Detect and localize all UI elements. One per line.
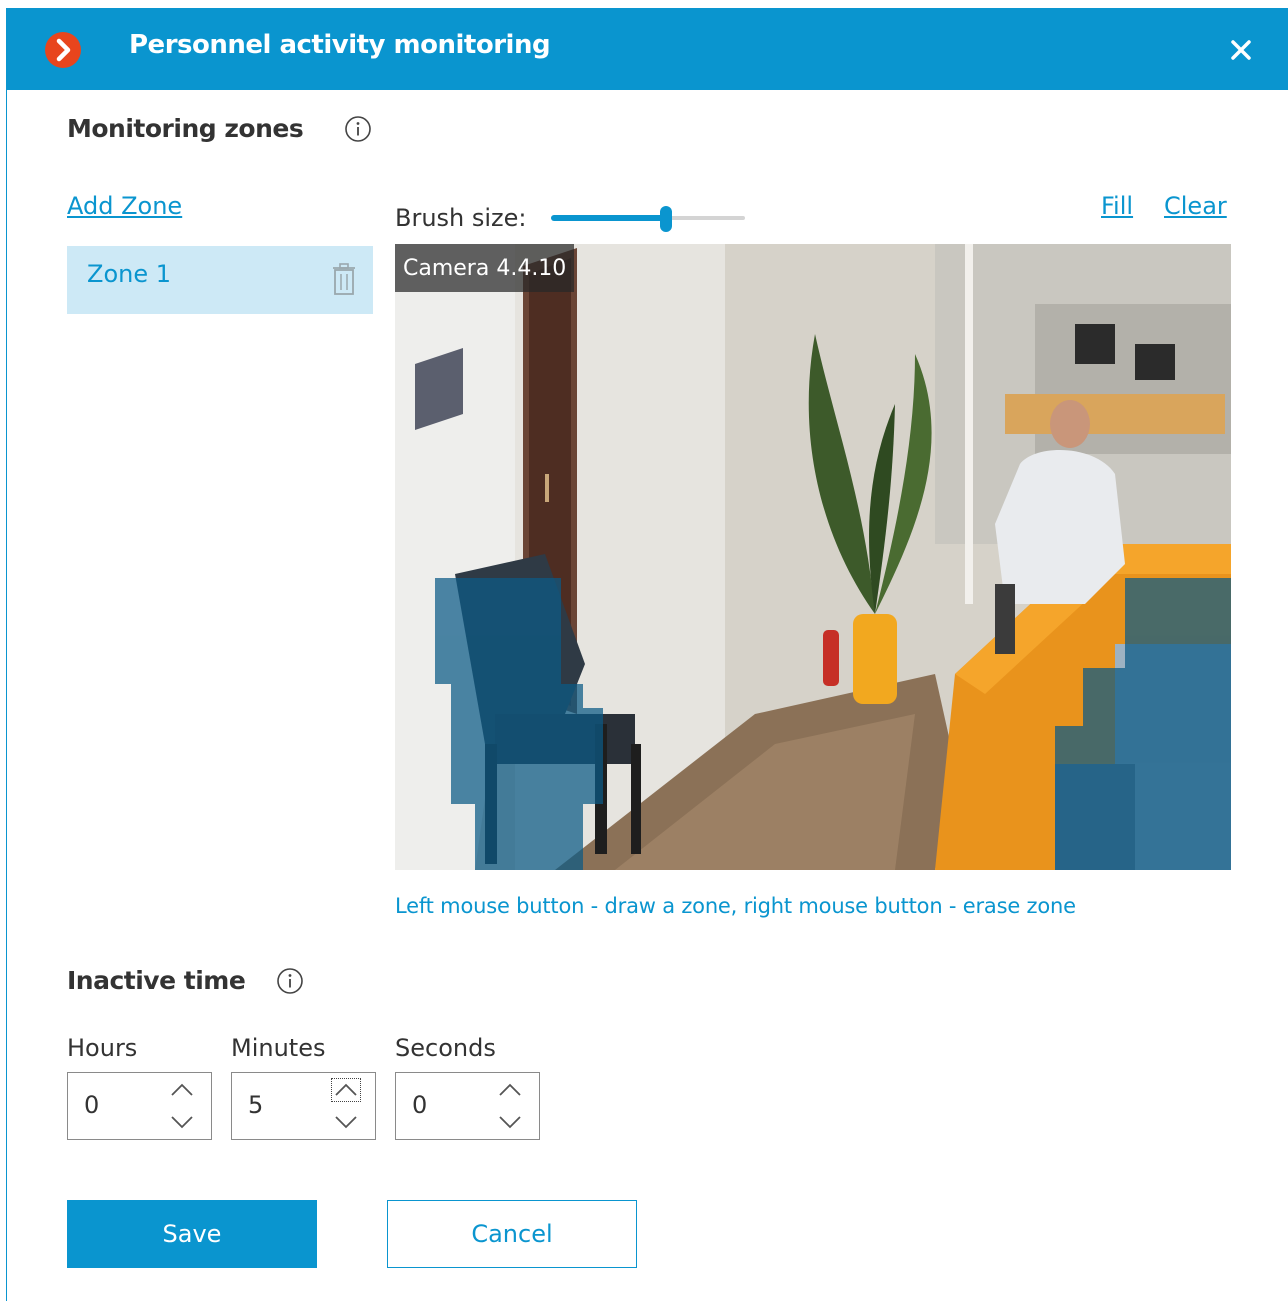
- trash-icon[interactable]: [331, 262, 357, 296]
- save-button[interactable]: Save: [67, 1200, 317, 1268]
- brush-size-label: Brush size:: [395, 204, 527, 232]
- chevron-up-icon[interactable]: [494, 1077, 526, 1103]
- cancel-button[interactable]: Cancel: [387, 1200, 637, 1268]
- brush-size-slider[interactable]: [551, 204, 747, 234]
- hours-value[interactable]: 0: [84, 1091, 99, 1119]
- app-logo-icon: [45, 32, 81, 68]
- zone-label: Zone 1: [87, 260, 171, 288]
- title-bar: Personnel activity monitoring: [7, 8, 1288, 90]
- close-icon[interactable]: [1225, 34, 1257, 66]
- drawing-hint: Left mouse button - draw a zone, right m…: [395, 894, 1076, 918]
- hours-label: Hours: [67, 1034, 138, 1062]
- slider-thumb[interactable]: [660, 206, 672, 232]
- chevron-down-icon[interactable]: [330, 1109, 362, 1135]
- window-title: Personnel activity monitoring: [129, 30, 551, 60]
- info-icon[interactable]: [343, 114, 373, 144]
- seconds-stepper[interactable]: 0: [395, 1072, 540, 1140]
- chevron-up-icon[interactable]: [166, 1077, 198, 1103]
- add-zone-link[interactable]: Add Zone: [67, 192, 182, 220]
- seconds-label: Seconds: [395, 1034, 496, 1062]
- monitoring-zones-heading: Monitoring zones: [67, 114, 304, 143]
- inactive-time-heading: Inactive time: [67, 966, 246, 995]
- camera-view[interactable]: Camera 4.4.10: [395, 244, 1231, 870]
- minutes-label: Minutes: [231, 1034, 326, 1062]
- hours-stepper[interactable]: 0: [67, 1072, 212, 1140]
- fill-link[interactable]: Fill: [1101, 192, 1133, 220]
- camera-image: [395, 244, 1231, 870]
- chevron-up-icon[interactable]: [330, 1077, 362, 1103]
- slider-fill: [551, 215, 666, 221]
- camera-name-label: Camera 4.4.10: [395, 244, 575, 292]
- chevron-down-icon[interactable]: [166, 1109, 198, 1135]
- seconds-value[interactable]: 0: [412, 1091, 427, 1119]
- minutes-value[interactable]: 5: [248, 1091, 263, 1119]
- chevron-down-icon[interactable]: [494, 1109, 526, 1135]
- clear-link[interactable]: Clear: [1164, 192, 1227, 220]
- dialog: Personnel activity monitoring Monitoring…: [6, 8, 1288, 1301]
- info-icon[interactable]: [275, 966, 305, 996]
- minutes-stepper[interactable]: 5: [231, 1072, 376, 1140]
- zone-list-item[interactable]: Zone 1: [67, 246, 373, 314]
